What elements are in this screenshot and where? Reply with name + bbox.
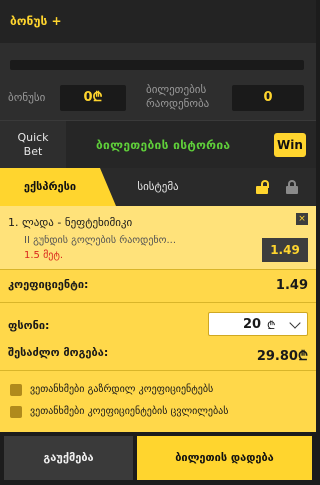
divider bbox=[0, 370, 316, 371]
stake-label: ფსონი: bbox=[8, 319, 50, 332]
bonus-value: 0₾ bbox=[60, 85, 126, 111]
selection-market: II გუნდის გოლების რაოდენო... bbox=[24, 235, 177, 246]
tickets-value: 0 bbox=[232, 85, 304, 111]
unlock-icon[interactable] bbox=[256, 180, 269, 194]
quick-bet-button[interactable]: Quick Bet bbox=[0, 121, 66, 169]
accept-higher-odds-checkbox[interactable] bbox=[10, 384, 22, 396]
quick-bet-label-1: Quick bbox=[17, 131, 49, 144]
currency-icon: ₾ bbox=[267, 319, 276, 332]
slip-tabs: Quick Bet ბილეთების ისტორია Win bbox=[0, 120, 316, 169]
accept-odds-change-label[interactable]: ვეთანხმები კოეფიციენტების ცვლილებას bbox=[30, 406, 228, 417]
lock-icon[interactable] bbox=[286, 180, 298, 194]
bonus-title[interactable]: ბონუს + bbox=[10, 14, 62, 28]
accept-higher-odds-label[interactable]: ვეთანხმები გაზრდილ კოეფიციენტებს bbox=[30, 384, 213, 395]
bonus-label: ბონუსი bbox=[8, 91, 46, 104]
tickets-label-line1: ბილეთების bbox=[146, 83, 207, 96]
selection-odds: 1.49 bbox=[262, 238, 308, 262]
bet-mode-tabs: ექსპრესი სისტემა bbox=[0, 168, 316, 206]
selection-card: 1. ლადა - ნეფტეხიმიკი II გუნდის გოლების … bbox=[0, 206, 316, 270]
quick-bet-label-2: Bet bbox=[23, 145, 43, 158]
chevron-down-icon[interactable] bbox=[289, 317, 301, 329]
coefficient-label: კოეფიციენტი: bbox=[8, 278, 89, 291]
accept-odds-change-checkbox[interactable] bbox=[10, 406, 22, 418]
close-icon[interactable]: × bbox=[296, 213, 308, 225]
tab-system[interactable]: სისტემა bbox=[118, 168, 198, 206]
coefficient-value: 1.49 bbox=[275, 278, 308, 293]
payout-row: შესაძლო მოგება: 29.80₾ bbox=[8, 346, 308, 364]
stake-input[interactable]: 20 ₾ bbox=[208, 312, 308, 336]
bonus-header[interactable]: ბონუს + bbox=[0, 0, 316, 43]
bonus-progress-bar bbox=[10, 60, 304, 70]
tab-express[interactable]: ექსპრესი bbox=[0, 168, 116, 206]
tickets-label-line2: რაოდენობა bbox=[146, 97, 210, 110]
place-bet-button[interactable]: ბილეთის დადება bbox=[137, 436, 312, 480]
selection-match: 1. ლადა - ნეფტეხიმიკი bbox=[8, 216, 133, 229]
stake-value[interactable]: 20 bbox=[243, 317, 261, 332]
cancel-button[interactable]: გაუქმება bbox=[4, 436, 133, 480]
selection-outcome: 1.5 მეტ. bbox=[24, 250, 64, 261]
bet-slip: 1. ლადა - ნეფტეხიმიკი II გუნდის გოლების … bbox=[0, 206, 316, 432]
bonus-row: ბონუსი 0₾ ბილეთების რაოდენობა 0 bbox=[0, 76, 316, 120]
coefficient-row: კოეფიციენტი: 1.49 bbox=[8, 278, 308, 293]
divider bbox=[0, 302, 316, 303]
payout-label: შესაძლო მოგება: bbox=[8, 346, 109, 359]
ticket-history-link[interactable]: ბილეთების ისტორია bbox=[96, 138, 230, 152]
payout-value: 29.80₾ bbox=[256, 349, 308, 364]
win-badge[interactable]: Win bbox=[274, 133, 306, 157]
